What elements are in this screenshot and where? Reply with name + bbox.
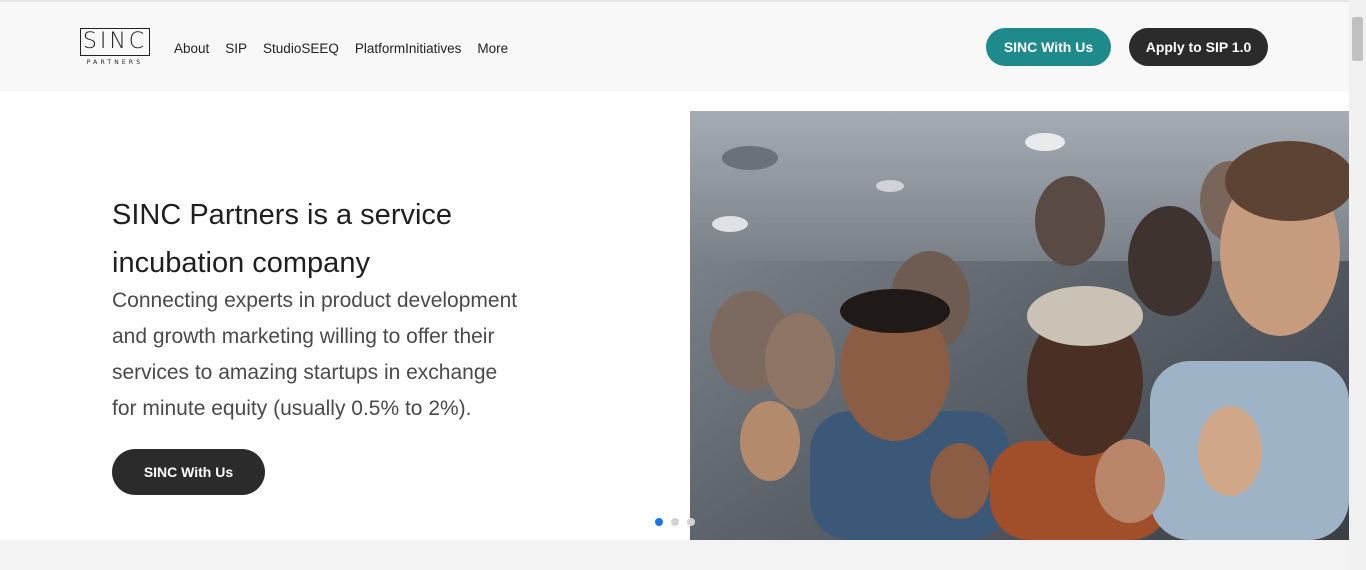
hero-desc-line-2: and growth marketing willing to offer th… [112, 325, 495, 348]
carousel-dot-3[interactable] [687, 518, 695, 526]
nav-studioseeq[interactable]: StudioSEEQ [263, 41, 339, 56]
carousel-dots [655, 518, 703, 526]
nav-platform-initiatives[interactable]: PlatformInitiatives [355, 41, 462, 56]
page-scrollbar[interactable] [1349, 0, 1366, 570]
nav-about[interactable]: About [174, 41, 209, 56]
carousel-dot-2[interactable] [671, 518, 679, 526]
section-divider [0, 540, 1349, 570]
hero-description: Connecting experts in product developmen… [112, 283, 582, 427]
nav-more[interactable]: More [477, 41, 508, 56]
hero-photo-illustration [690, 111, 1349, 540]
main-nav: About SIP StudioSEEQ PlatformInitiatives… [174, 38, 524, 58]
hero-photo-audience-clapping [690, 111, 1349, 540]
hero-title: SINC Partners is a service incubation co… [112, 191, 632, 287]
sinc-logo[interactable]: SINC PARTNERS [80, 28, 150, 68]
hero-desc-line-4: for minute equity (usually 0.5% to 2%). [112, 397, 472, 420]
sinc-with-us-button[interactable]: SINC With Us [986, 28, 1111, 66]
scrollbar-thumb[interactable] [1352, 17, 1363, 61]
logo-wordmark: SINC [80, 28, 150, 56]
hero-title-line-1: SINC Partners is a service [112, 199, 453, 231]
site-header: SINC PARTNERS About SIP StudioSEEQ Platf… [0, 2, 1349, 91]
hero-sinc-with-us-button[interactable]: SINC With Us [112, 449, 265, 495]
nav-sip[interactable]: SIP [225, 41, 247, 56]
page: SINC PARTNERS About SIP StudioSEEQ Platf… [0, 0, 1366, 570]
carousel-dot-1[interactable] [655, 518, 663, 526]
hero-desc-line-3: services to amazing startups in exchange [112, 361, 498, 384]
apply-sip-button[interactable]: Apply to SIP 1.0 [1129, 28, 1268, 66]
hero-title-line-2: incubation company [112, 247, 370, 279]
logo-subtitle: PARTNERS [86, 59, 144, 66]
hero-desc-line-1: Connecting experts in product developmen… [112, 289, 518, 312]
